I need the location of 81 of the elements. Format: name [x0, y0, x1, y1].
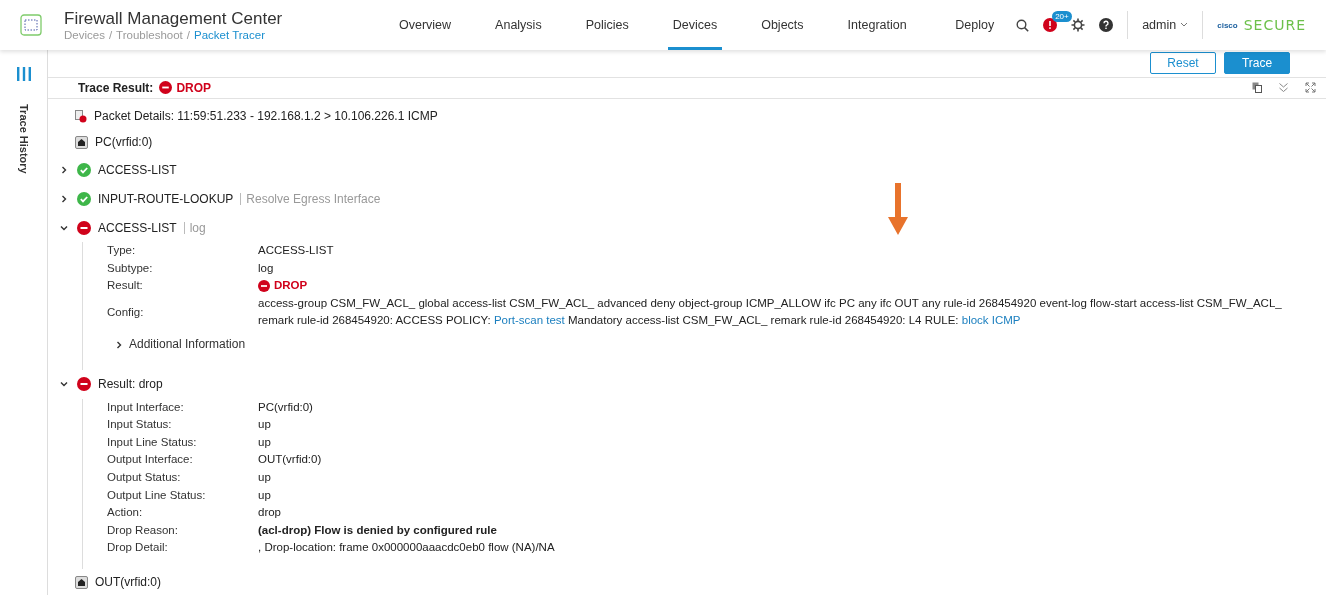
packet-details: Packet Details: 11:59:51.233 - 192.168.1.2 > 10.106.226.1 ICMP	[94, 109, 438, 124]
fullscreen-icon[interactable]	[1305, 82, 1316, 94]
detail-label: Output Interface:	[107, 452, 194, 468]
nav-tab[interactable]: Integration	[842, 0, 912, 50]
reset-button[interactable]: Reset	[1150, 52, 1216, 75]
detail-value: up	[258, 470, 272, 486]
expand-all-icon[interactable]	[1278, 82, 1289, 94]
minus-circle-icon	[159, 81, 173, 95]
detail-value: up	[258, 487, 272, 503]
nav-tab[interactable]: Objects	[756, 0, 809, 50]
detail-label: Input Status:	[107, 417, 173, 433]
detail-value: (acl-drop) Flow is denied by configured rule	[258, 522, 498, 538]
phase-title: Result: drop	[98, 377, 163, 392]
phase-title: ACCESS-LIST	[98, 162, 177, 177]
breadcrumb-separator: /	[108, 29, 113, 41]
nav-tab[interactable]: Overview	[394, 0, 457, 50]
expand-toggle[interactable]	[60, 223, 70, 232]
detail-value: OUT(vrfid:0)	[258, 452, 323, 468]
detail-value: log	[258, 260, 275, 276]
detail-label: Config:	[107, 304, 145, 320]
detail-label: Action:	[107, 505, 144, 521]
detail-value: drop	[258, 505, 283, 521]
detail-label: Result:	[107, 278, 144, 294]
config-link[interactable]: block ICMP	[961, 314, 1021, 327]
trace-button[interactable]: Trace	[1224, 52, 1290, 75]
chevron-right-icon	[115, 340, 123, 349]
chevron-right-icon	[60, 194, 68, 203]
breadcrumb-item: Packet Tracer	[194, 29, 265, 41]
trace-result-status: DROP	[159, 80, 212, 95]
chevron-right-icon	[60, 165, 68, 174]
app-title: Firewall Management Center	[64, 9, 284, 29]
config-text: access-group CSM_FW_ACL_ global access-list CSM_FW_ACL_ advanced deny object-group ICMP_ALLOW ifc PC any ifc OUT any rule-id 268454920 event-log flow-start access-list CSM_FW_ACL_ remark rule-id 268454920: ACCESS POLICY: Port-scan test Mandatory access-list CSM_FW_ACL_ remark rule-id 268454920: L4 RULE: block ICMP	[258, 295, 1283, 329]
deploy-link[interactable]: Deploy	[955, 18, 995, 32]
interface-icon	[75, 575, 88, 589]
trace-history-tab[interactable]: Trace History	[17, 104, 30, 174]
chevron-down-icon	[60, 380, 68, 389]
nav-tab[interactable]: Devices	[667, 0, 723, 50]
app-logo-icon	[20, 14, 42, 36]
expand-toggle[interactable]	[60, 380, 70, 389]
brand-name: SECURE	[1243, 17, 1306, 33]
detail-label: Subtype:	[107, 260, 154, 276]
detail-label: Input Interface:	[107, 399, 185, 415]
detail-value: up	[258, 417, 272, 433]
breadcrumb-separator: /	[186, 29, 190, 41]
down-arrow-drawing	[888, 183, 908, 235]
detail-label: Drop Detail:	[107, 540, 169, 556]
user-menu[interactable]: admin	[1142, 18, 1189, 32]
brand-logo: cisco	[1217, 20, 1238, 30]
detail-label: Type:	[107, 243, 137, 259]
detail-value: DROP	[258, 277, 1326, 295]
detail-label: Output Status:	[107, 470, 182, 486]
detail-value: up	[258, 434, 272, 450]
detail-label: Output Line Status:	[107, 487, 207, 503]
alert-count-badge: 20+	[1052, 11, 1072, 22]
interface-name: OUT(vrfid:0)	[95, 575, 161, 589]
detail-value: , Drop-location: frame 0x000000aaacdc0eb0 flow (NA)/NA	[258, 540, 556, 556]
panel-toggle-icon[interactable]	[15, 66, 32, 82]
search-icon[interactable]	[1016, 18, 1030, 32]
copy-icon[interactable]	[1252, 82, 1262, 94]
trace-result-label: Trace Result:	[78, 80, 154, 95]
nav-tab[interactable]: Policies	[580, 0, 634, 50]
interface-icon	[75, 135, 88, 149]
interface-name: PC(vrfid:0)	[95, 135, 153, 150]
detail-label: Drop Reason:	[107, 522, 179, 538]
detail-value: PC(vrfid:0)	[258, 399, 314, 415]
phase-title: ACCESS-LIST	[98, 220, 177, 235]
phase-subtitle: Resolve Egress Interface	[240, 192, 381, 205]
config-link[interactable]: Port-scan test	[493, 314, 565, 327]
chevron-down-icon	[60, 223, 68, 232]
alert-icon[interactable]	[1043, 18, 1058, 32]
packet-warning-icon	[75, 109, 87, 123]
chevron-down-icon	[1180, 22, 1189, 28]
detail-value: ACCESS-LIST	[258, 243, 335, 259]
minus-circle-icon	[258, 280, 270, 293]
detail-label: Input Line Status:	[107, 434, 198, 450]
help-icon[interactable]	[1099, 18, 1114, 32]
settings-icon[interactable]	[1071, 18, 1086, 32]
phase-subtitle: log	[183, 221, 206, 234]
additional-information-toggle[interactable]: Additional Information	[107, 330, 1326, 358]
phase-title: INPUT-ROUTE-LOOKUP	[98, 191, 234, 206]
nav-tab[interactable]: Analysis	[490, 0, 547, 50]
